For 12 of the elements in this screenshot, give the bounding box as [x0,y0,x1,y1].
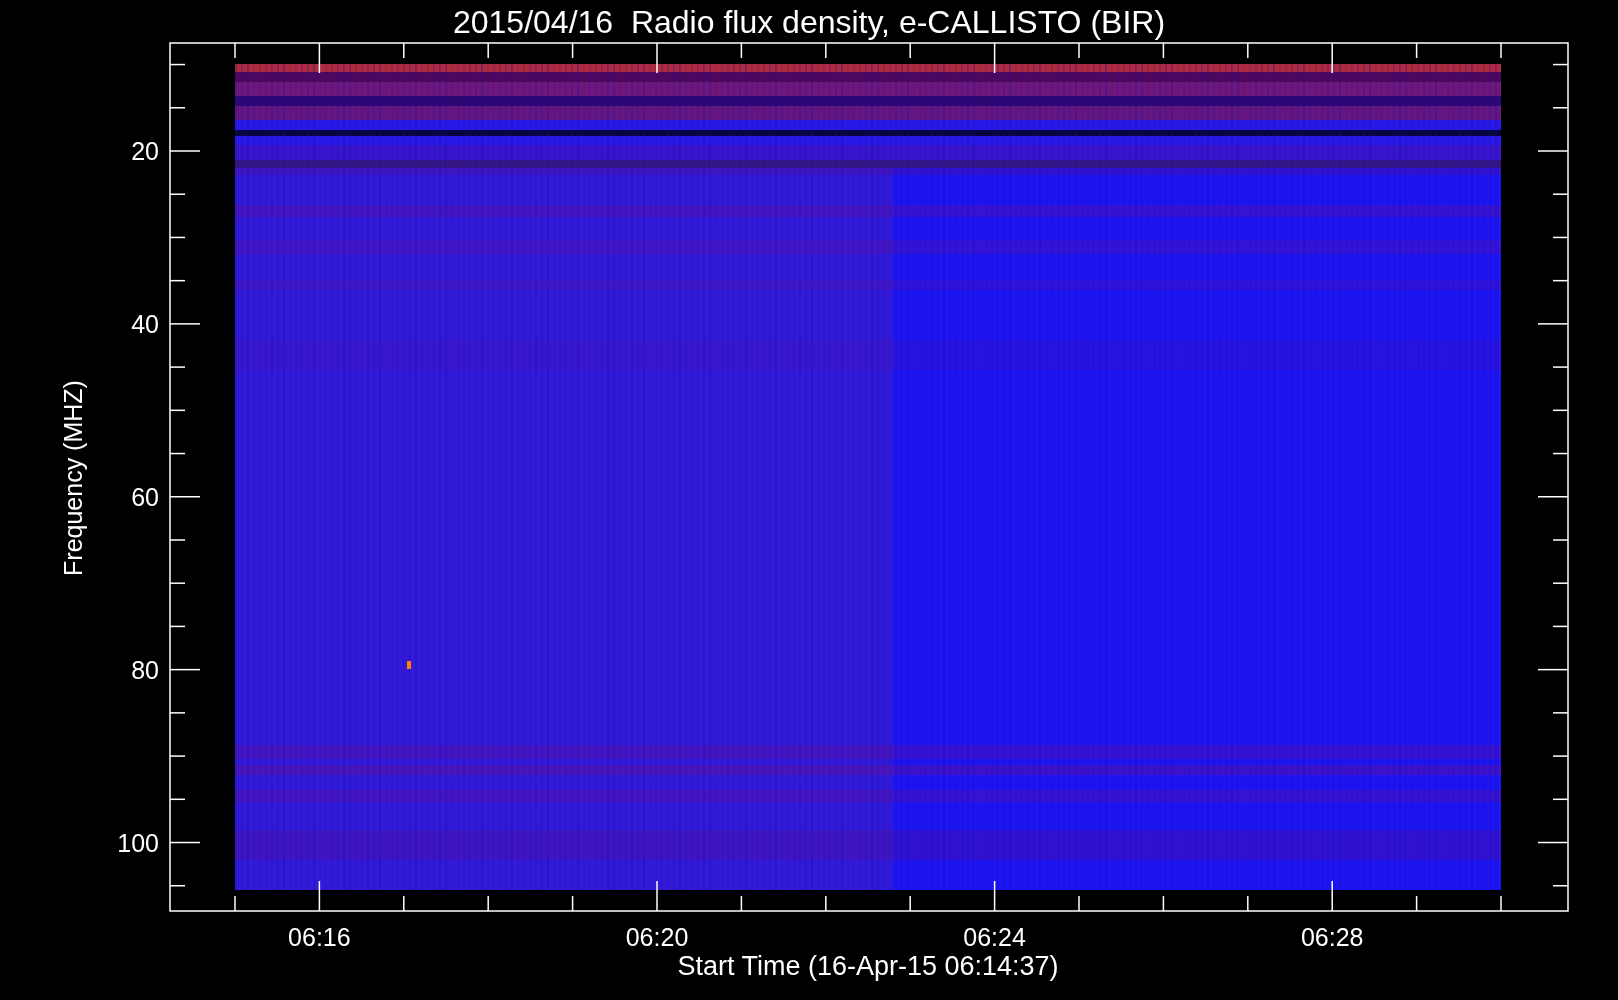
x-tick-label: 06:28 [1300,923,1364,951]
y-tick-label: 80 [131,655,159,684]
x-tick-label: 06:20 [625,923,689,951]
y-tick-label: 40 [131,309,159,338]
x-axis-label: Start Time (16-Apr-15 06:14:37) [677,951,1059,981]
y-tick-label: 60 [131,482,159,511]
y-tick-label: 20 [131,137,159,165]
y-tick-label: 100 [117,828,159,857]
y-axis-label: Frequency (MHZ) [59,380,87,576]
x-tick-label: 06:16 [288,923,351,951]
chart-title: 2015/04/16 Radio flux density, e-CALLISTO (BIR) [452,4,1166,40]
x-tick-label: 06:24 [963,923,1026,951]
